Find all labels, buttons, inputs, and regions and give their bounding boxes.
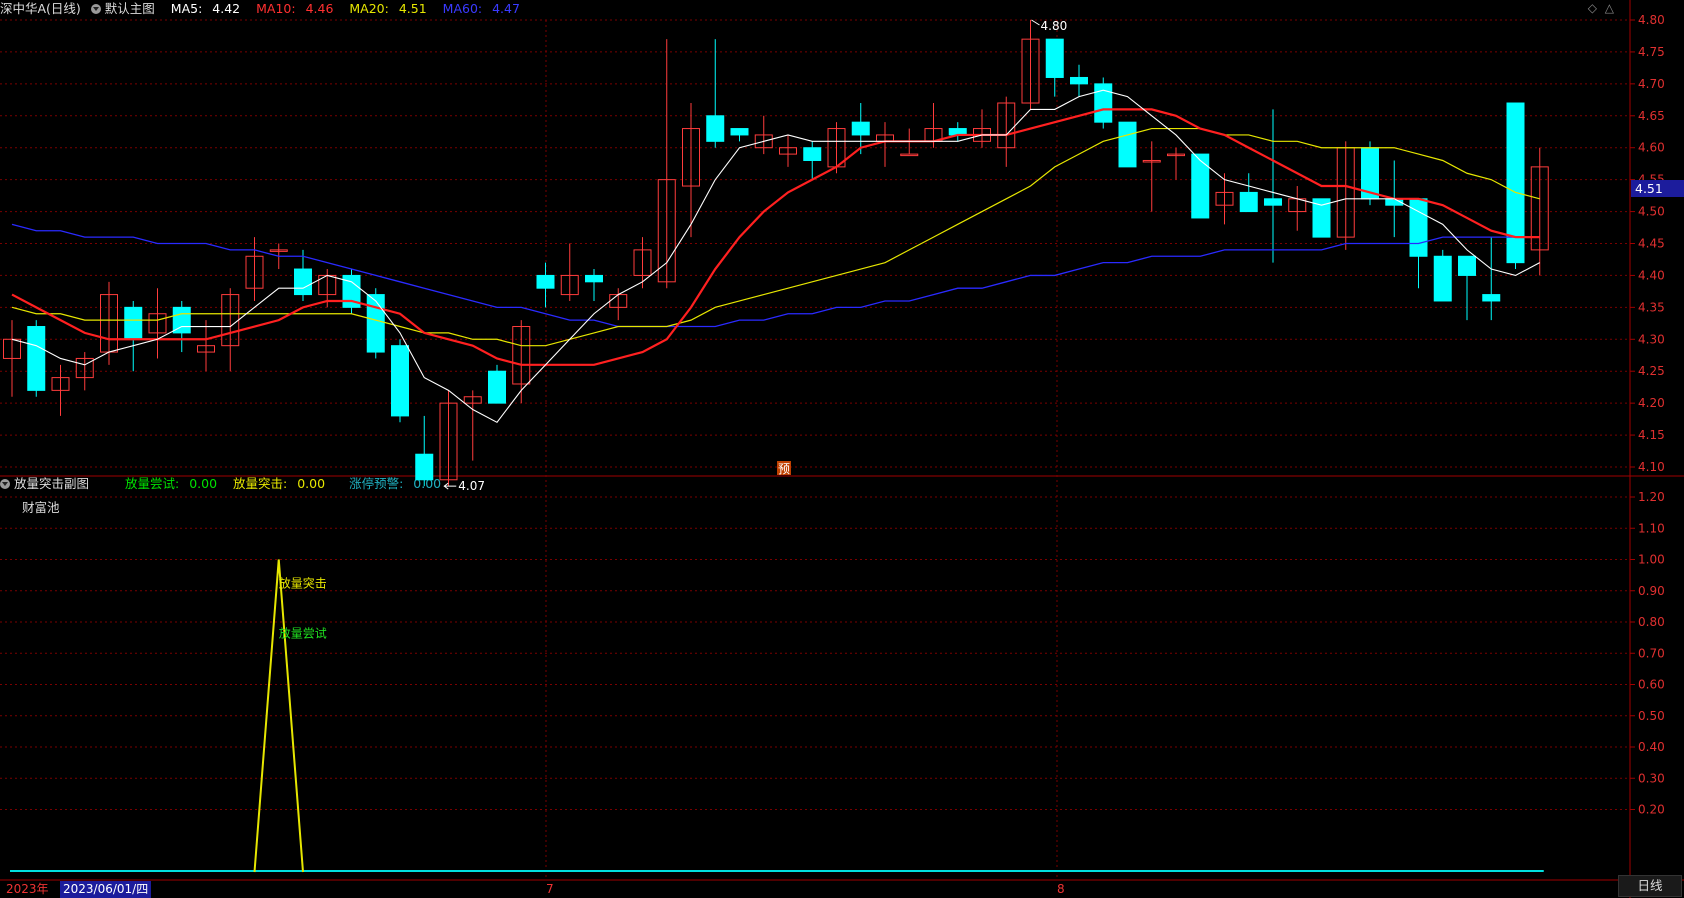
y-tick-label: 4.25 [1638, 364, 1665, 378]
year-label: 2023年 [6, 882, 49, 896]
candle-body[interactable] [366, 294, 385, 353]
y-tick-label: 1.00 [1638, 553, 1665, 567]
high-arrow-icon [1031, 19, 1040, 26]
y-tick-label: 4.80 [1638, 13, 1665, 27]
forecast-marker-label: 预 [778, 462, 790, 476]
candle-body[interactable] [1458, 255, 1476, 276]
y-tick-label: 4.35 [1638, 300, 1665, 314]
y-tick-label: 4.30 [1638, 332, 1665, 346]
high-price-label: 4.80 [1041, 19, 1068, 33]
cursor-date: 2023/06/01/四 [60, 881, 152, 898]
y-tick-label: 4.65 [1638, 109, 1665, 123]
y-tick-label: 0.70 [1638, 646, 1665, 660]
y-tick-label: 0.60 [1638, 678, 1665, 692]
low-price-label: 4.07 [458, 479, 485, 493]
y-tick-label: 0.20 [1638, 803, 1665, 817]
candle-body[interactable] [1118, 121, 1137, 168]
low-arrow-icon [443, 482, 457, 490]
candle-body[interactable] [1094, 83, 1113, 123]
candle-body[interactable] [1239, 191, 1258, 213]
candle-body[interactable] [124, 306, 143, 340]
y-tick-label: 4.15 [1638, 428, 1665, 442]
y-tick-label: 4.70 [1638, 77, 1665, 91]
candle-body[interactable] [706, 115, 725, 142]
ma20-line [11, 127, 1540, 347]
y-tick-label: 4.20 [1638, 396, 1665, 410]
ma5-line [11, 89, 1541, 424]
candle-body[interactable] [730, 128, 749, 136]
candle-body[interactable] [1312, 198, 1331, 238]
current-price-tag: 4.51 [1631, 180, 1684, 197]
month-label-8: 8 [1057, 882, 1065, 896]
y-tick-label: 1.20 [1638, 490, 1665, 504]
candle-body[interactable] [294, 268, 312, 296]
candle-body[interactable] [415, 453, 434, 481]
candle-body[interactable] [585, 274, 603, 283]
signal-label-attempt: 放量尝试 [279, 626, 327, 641]
y-tick-label: 0.40 [1638, 740, 1665, 754]
candle-body[interactable] [851, 121, 870, 136]
candle-body[interactable] [1070, 76, 1088, 85]
y-tick-label: 4.40 [1638, 268, 1665, 282]
signal-label-breakthrough: 放量突击 [279, 576, 327, 591]
candle-body[interactable] [1264, 198, 1282, 206]
candle-body[interactable] [1506, 102, 1525, 264]
period-button[interactable]: 日线 [1618, 875, 1682, 897]
y-tick-label: 4.75 [1638, 45, 1665, 59]
candle-body[interactable] [536, 274, 555, 289]
y-tick-label: 4.45 [1638, 237, 1665, 251]
candle-body[interactable] [27, 326, 46, 391]
y-tick-label: 0.90 [1638, 584, 1665, 598]
month-label-7: 7 [546, 882, 554, 896]
candle-body[interactable] [1191, 153, 1210, 219]
y-tick-label: 0.30 [1638, 771, 1665, 785]
candle-body[interactable] [1409, 198, 1428, 257]
candle-body[interactable] [1482, 294, 1501, 302]
y-tick-label: 0.50 [1638, 709, 1665, 723]
candle-body[interactable] [803, 147, 822, 161]
y-tick-label: 4.10 [1638, 460, 1665, 474]
candle-body[interactable] [900, 153, 919, 157]
candle-body[interactable] [1045, 38, 1064, 78]
candle-body[interactable] [488, 370, 506, 404]
y-tick-label: 4.60 [1638, 141, 1665, 155]
candle-body[interactable] [1433, 255, 1452, 302]
y-tick-label: 0.80 [1638, 615, 1665, 629]
stock-chart[interactable]: 4.804.754.704.654.604.554.504.454.404.35… [0, 0, 1684, 898]
candle-body[interactable] [391, 345, 409, 417]
y-tick-label: 4.50 [1638, 205, 1665, 219]
y-tick-label: 1.10 [1638, 521, 1665, 535]
